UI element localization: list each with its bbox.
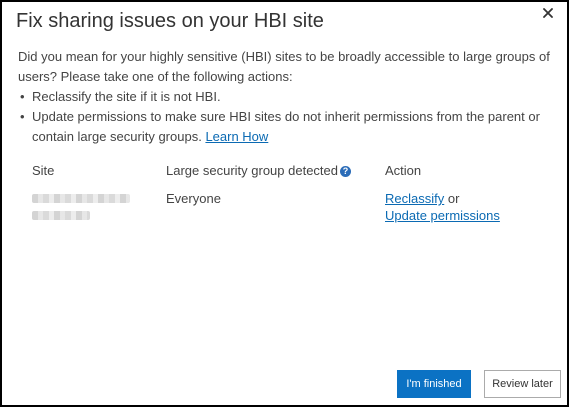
dialog-title: Fix sharing issues on your HBI site <box>16 10 324 32</box>
redacted-site-url <box>32 211 90 220</box>
bullet-text: Reclassify the site if it is not HBI. <box>32 89 221 104</box>
column-header-action: Action <box>385 163 422 178</box>
close-icon <box>543 8 553 18</box>
action-cell: Reclassify or Update permissions <box>385 190 500 224</box>
bullet-text: Update permissions to make sure HBI site… <box>32 109 540 144</box>
redacted-site-name <box>32 194 130 203</box>
action-update-bullet: Update permissions to make sure HBI site… <box>18 107 553 147</box>
column-header-group: Large security group detected? <box>166 163 351 178</box>
learn-how-link[interactable]: Learn How <box>205 129 268 144</box>
help-icon[interactable]: ? <box>340 166 351 177</box>
reclassify-link[interactable]: Reclassify <box>385 191 444 206</box>
dialog-body: Did you mean for your highly sensitive (… <box>18 47 553 147</box>
group-cell: Everyone <box>166 191 221 206</box>
table-row: Everyone Reclassify or Update permission… <box>32 190 552 230</box>
action-list: Reclassify the site if it is not HBI. Up… <box>18 87 553 147</box>
action-or-text: or <box>447 191 460 206</box>
review-later-button[interactable]: Review later <box>484 370 561 398</box>
dialog: Fix sharing issues on your HBI site Did … <box>0 0 569 407</box>
close-button[interactable] <box>539 4 557 22</box>
im-finished-button[interactable]: I'm finished <box>397 370 471 398</box>
column-header-group-label: Large security group detected <box>166 163 338 178</box>
action-reclassify-bullet: Reclassify the site if it is not HBI. <box>18 87 553 107</box>
column-header-site: Site <box>32 163 55 178</box>
site-cell-redacted <box>32 190 130 220</box>
intro-text: Did you mean for your highly sensitive (… <box>18 49 550 84</box>
update-permissions-link[interactable]: Update permissions <box>385 208 500 223</box>
